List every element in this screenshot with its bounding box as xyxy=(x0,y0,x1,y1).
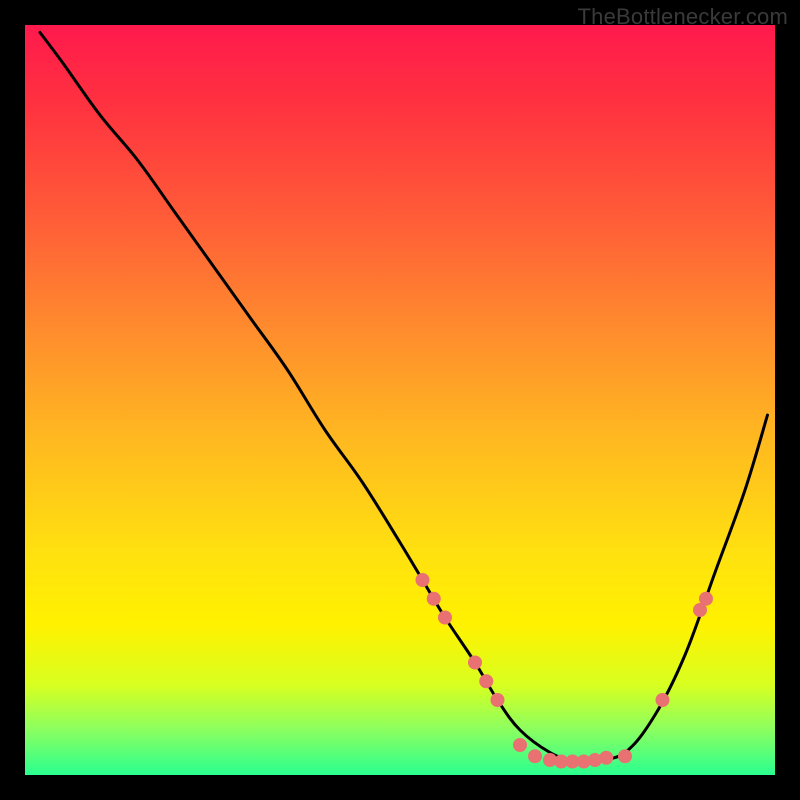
curve-marker xyxy=(513,738,527,752)
curve-markers xyxy=(416,573,714,769)
curve-marker xyxy=(528,749,542,763)
watermark-text: TheBottlenecker.com xyxy=(578,4,788,30)
curve-marker xyxy=(491,693,505,707)
curve-marker xyxy=(618,749,632,763)
curve-marker xyxy=(468,656,482,670)
curve-marker xyxy=(438,611,452,625)
curve-marker xyxy=(599,751,613,765)
chart-frame xyxy=(25,25,775,775)
chart-svg xyxy=(25,25,775,775)
curve-marker xyxy=(699,592,713,606)
curve-marker xyxy=(479,674,493,688)
curve-marker xyxy=(656,693,670,707)
bottleneck-curve xyxy=(40,33,768,762)
curve-marker xyxy=(427,592,441,606)
curve-marker xyxy=(416,573,430,587)
